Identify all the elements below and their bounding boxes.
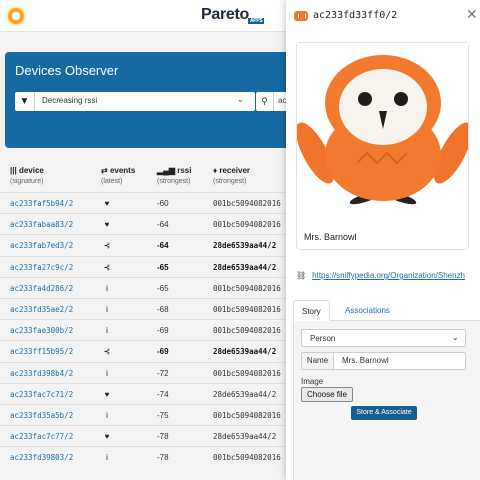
heartbeat-icon: ♥ — [104, 199, 110, 208]
table-header: ||| device (signature) ⇄ events (latest)… — [0, 162, 286, 192]
table-row[interactable]: ac233fabaa83/2 ♥ -64 001bc5094082016 — [0, 213, 286, 234]
device-link[interactable]: ac233fd398b4/2 — [10, 369, 73, 378]
devices-table: ||| device (signature) ⇄ events (latest)… — [0, 162, 286, 467]
search-icon: ⚲ — [256, 92, 274, 111]
type-select[interactable]: Person ⌄ — [301, 329, 466, 347]
receiver-value: 28de6539aa44/2 — [213, 432, 277, 442]
info-icon: i — [106, 304, 108, 314]
table-row[interactable]: ac233ff15b95/2 ⊰ -69 28de6539aa44/2 — [0, 340, 286, 361]
brand-badge: APPS — [248, 18, 265, 24]
app-page: ParetoAPPS Devices Observer ▼ Decreasing… — [0, 0, 480, 480]
pin-icon: ♦ — [213, 166, 218, 175]
chevron-down-icon: ⌄ — [452, 333, 459, 342]
receiver-value: 001bc5094082016 — [213, 410, 281, 420]
receiver-value: 28de6539aa44/2 — [213, 389, 277, 399]
info-icon: i — [106, 453, 108, 463]
rssi-value: -72 — [157, 368, 169, 378]
receiver-value: 28de6539aa44/2 — [213, 262, 277, 272]
rssi-value: -60 — [157, 199, 169, 208]
rssi-value: -69 — [157, 326, 169, 336]
info-icon: i — [106, 410, 108, 420]
table-row[interactable]: ac233fae300b/2 i -69 001bc5094082016 — [0, 319, 286, 340]
table-row[interactable]: ac233fd398b4/2 i -72 001bc5094082016 — [0, 361, 286, 383]
rssi-value: -68 — [157, 304, 169, 314]
rssi-value: -69 — [157, 347, 169, 357]
info-icon: i — [106, 368, 108, 378]
table-row[interactable]: ac233fa27c9c/2 ⊰ -65 28de6539aa44/2 — [0, 255, 286, 277]
column-header-device[interactable]: ||| device (signature) — [10, 166, 44, 185]
device-link[interactable]: ac233faf5b94/2 — [10, 199, 73, 208]
image-label: Image — [301, 377, 324, 386]
rssi-value: -65 — [157, 262, 169, 272]
column-header-receiver[interactable]: ♦ receiver (strongest) — [213, 166, 250, 185]
logo-icon[interactable] — [6, 6, 26, 26]
receiver-value: 28de6539aa44/2 — [213, 241, 277, 251]
receiver-value: 001bc5094082016 — [213, 283, 281, 293]
type-select-value: Person — [310, 334, 336, 343]
device-link[interactable]: ac233ff15b95/2 — [10, 347, 73, 356]
device-link[interactable]: ac233fd39803/2 — [10, 453, 73, 462]
rssi-value: -78 — [157, 432, 169, 442]
device-link[interactable]: ac233fac7c71/2 — [10, 390, 73, 399]
column-header-events[interactable]: ⇄ events (latest) — [101, 166, 135, 185]
choose-file-button[interactable]: Choose file — [301, 387, 354, 402]
name-input[interactable]: Mrs. Barnowl — [342, 356, 389, 365]
table-row[interactable]: ac233fd39803/2 i -78 001bc5094082016 — [0, 446, 286, 467]
table-row[interactable]: ac233faf5b94/2 ♥ -60 001bc5094082016 — [0, 192, 286, 213]
receiver-value: 001bc5094082016 — [213, 199, 281, 208]
table-row[interactable]: ac233fab7ed3/2 ⊰ -64 28de6539aa44/2 — [0, 234, 286, 255]
rssi-value: -64 — [157, 241, 169, 251]
device-link[interactable]: ac233fd35ae2/2 — [10, 305, 73, 314]
receiver-value: 001bc5094082016 — [213, 304, 281, 314]
rssi-value: -75 — [157, 410, 169, 420]
receiver-value: 001bc5094082016 — [213, 326, 281, 336]
chevron-down-icon: ⌄ — [237, 95, 244, 104]
receiver-value: 28de6539aa44/2 — [213, 347, 277, 357]
table-row[interactable]: ac233fd35ae2/2 i -68 001bc5094082016 — [0, 297, 286, 319]
info-icon: i — [106, 326, 108, 336]
device-link[interactable]: ac233fac7c77/2 — [10, 432, 73, 441]
heartbeat-icon: ♥ — [104, 389, 110, 399]
device-link[interactable]: ac233fae300b/2 — [10, 326, 73, 335]
rssi-value: -74 — [157, 389, 169, 399]
receiver-value: 001bc5094082016 — [213, 220, 281, 230]
rssi-value: -64 — [157, 220, 169, 230]
filter-icon: ▼ — [15, 92, 35, 111]
table-row[interactable]: ac233fd35a5b/2 i -75 001bc5094082016 — [0, 403, 286, 425]
observer-title: Devices Observer — [15, 63, 119, 78]
table-body: ac233faf5b94/2 ♥ -60 001bc5094082016 ac233fa… — [0, 192, 286, 467]
table-row[interactable]: ac233fac7c77/2 ♥ -78 28de6539aa44/2 — [0, 425, 286, 446]
share-icon: ⊰ — [103, 241, 111, 251]
table-row[interactable]: ac233fac7c71/2 ♥ -74 28de6539aa44/2 — [0, 382, 286, 404]
column-header-rssi[interactable]: ▂▄▆ rssi (strongest) — [157, 166, 191, 185]
devices-observer-panel: Devices Observer ▼ Decreasing rssi ⌄ ⚲ a… — [5, 52, 305, 148]
signal-bars-icon: ▂▄▆ — [157, 166, 175, 175]
brand-name: Pareto — [201, 6, 249, 23]
story-form: Person ⌄ Name Mrs. Barnowl Image Choose … — [286, 0, 480, 480]
rssi-value: -65 — [157, 283, 169, 293]
swap-arrows-icon: ⇄ — [101, 166, 108, 175]
receiver-value: 001bc5094082016 — [213, 453, 281, 463]
device-link[interactable]: ac233fab7ed3/2 — [10, 241, 73, 250]
device-link[interactable]: ac233fd35a5b/2 — [10, 411, 73, 420]
rssi-value: -78 — [157, 453, 169, 463]
name-field[interactable]: Name Mrs. Barnowl — [301, 352, 466, 370]
name-label: Name — [302, 353, 334, 369]
device-link[interactable]: ac233fa4d286/2 — [10, 284, 73, 293]
share-icon: ⊰ — [103, 262, 111, 272]
brand-logo[interactable]: ParetoAPPS — [201, 6, 265, 24]
heartbeat-icon: ♥ — [104, 432, 110, 442]
receiver-value: 001bc5094082016 — [213, 368, 281, 378]
device-link[interactable]: ac233fa27c9c/2 — [10, 263, 73, 272]
device-link[interactable]: ac233fabaa83/2 — [10, 220, 73, 229]
table-row[interactable]: ac233fa4d286/2 i -65 001bc5094082016 — [0, 276, 286, 298]
sort-filter-value: Decreasing rssi — [42, 96, 98, 105]
barcode-icon: ||| — [10, 166, 17, 175]
store-associate-button[interactable]: Store & Associate — [351, 406, 417, 420]
info-icon: i — [106, 283, 108, 293]
sort-filter-select[interactable]: ▼ Decreasing rssi ⌄ — [15, 92, 255, 111]
heartbeat-icon: ♥ — [104, 220, 110, 230]
share-icon: ⊰ — [103, 347, 111, 357]
